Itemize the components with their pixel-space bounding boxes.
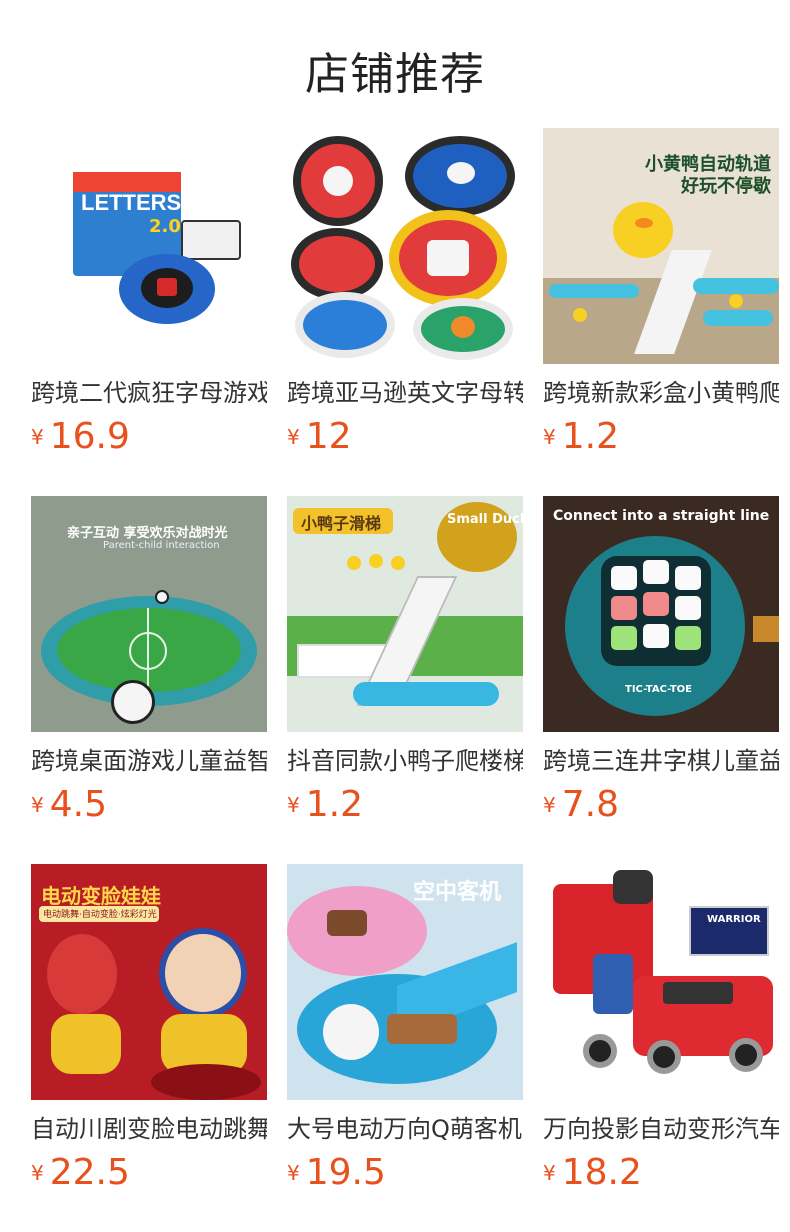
image-caption: TIC-TAC-TOE xyxy=(625,684,692,695)
product-card[interactable]: Connect into a straight line TIC-TAC-TOE… xyxy=(543,496,779,864)
image-caption: 电动变脸娃娃 xyxy=(41,884,161,908)
product-name[interactable]: 跨境亚马逊英文字母转盘 xyxy=(287,378,523,408)
currency-symbol: ¥ xyxy=(31,1161,44,1185)
currency-symbol: ¥ xyxy=(287,1161,300,1185)
currency-symbol: ¥ xyxy=(31,425,44,449)
currency-symbol: ¥ xyxy=(543,425,556,449)
product-price: ¥12 xyxy=(287,416,352,457)
price-value: 7.8 xyxy=(561,784,619,825)
price-value: 12 xyxy=(305,416,352,457)
image-caption: Small Duck xyxy=(447,512,523,527)
currency-symbol: ¥ xyxy=(287,425,300,449)
image-caption: Parent-child interaction xyxy=(103,540,220,551)
price-value: 1.2 xyxy=(305,784,363,825)
image-caption: Connect into a straight line xyxy=(553,508,770,524)
product-name[interactable]: 抖音同款小鸭子爬楼梯 xyxy=(287,746,523,776)
image-caption: 空中客机 xyxy=(413,880,502,905)
product-grid: LETTERS 2.0 跨境二代疯狂字母游戏 ¥16.9 跨境亚马逊英文字母转盘 xyxy=(31,128,779,1232)
product-price: ¥19.5 xyxy=(287,1152,386,1193)
product-image[interactable]: 小黄鸭自动轨道 好玩不停歇 xyxy=(543,128,779,364)
product-image[interactable]: 空中客机 xyxy=(287,864,523,1100)
product-image[interactable]: WARRIOR xyxy=(543,864,779,1100)
product-card[interactable]: LETTERS 2.0 跨境二代疯狂字母游戏 ¥16.9 xyxy=(31,128,267,496)
price-value: 1.2 xyxy=(561,416,619,457)
product-price: ¥4.5 xyxy=(31,784,107,825)
product-card[interactable]: 亲子互动 享受欢乐对战时光 Parent-child interaction 跨… xyxy=(31,496,267,864)
product-card[interactable]: 空中客机 大号电动万向Q萌客机 ¥19.5 xyxy=(287,864,523,1232)
product-image[interactable]: Connect into a straight line TIC-TAC-TOE xyxy=(543,496,779,732)
product-card[interactable]: 小黄鸭自动轨道 好玩不停歇 跨境新款彩盒小黄鸭爬楼梯 ¥1.2 xyxy=(543,128,779,496)
product-name[interactable]: 万向投影自动变形汽车 xyxy=(543,1114,779,1144)
currency-symbol: ¥ xyxy=(31,793,44,817)
product-name[interactable]: 跨境二代疯狂字母游戏 xyxy=(31,378,267,408)
product-name[interactable]: 大号电动万向Q萌客机 xyxy=(287,1114,523,1144)
image-caption: 好玩不停歇 xyxy=(681,176,771,197)
product-price: ¥22.5 xyxy=(31,1152,130,1193)
product-image[interactable]: 亲子互动 享受欢乐对战时光 Parent-child interaction xyxy=(31,496,267,732)
currency-symbol: ¥ xyxy=(543,793,556,817)
price-value: 22.5 xyxy=(49,1152,130,1193)
product-price: ¥16.9 xyxy=(31,416,130,457)
product-image[interactable]: 小鸭子滑梯 Small Duck xyxy=(287,496,523,732)
product-price: ¥1.2 xyxy=(287,784,363,825)
product-price: ¥7.8 xyxy=(543,784,619,825)
image-caption: WARRIOR xyxy=(707,914,761,925)
product-card[interactable]: 跨境亚马逊英文字母转盘 ¥12 xyxy=(287,128,523,496)
image-caption: LETTERS xyxy=(81,190,182,215)
image-caption: 小鸭子滑梯 xyxy=(301,514,382,533)
product-image[interactable]: 电动变脸娃娃 电动跳舞·自动变脸·炫彩灯光 xyxy=(31,864,267,1100)
product-card[interactable]: WARRIOR 万向投影自动变形汽车 ¥18.2 xyxy=(543,864,779,1232)
currency-symbol: ¥ xyxy=(543,1161,556,1185)
product-name[interactable]: 跨境新款彩盒小黄鸭爬楼梯 xyxy=(543,378,779,408)
product-name[interactable]: 自动川剧变脸电动跳舞娃娃 xyxy=(31,1114,267,1144)
product-price: ¥1.2 xyxy=(543,416,619,457)
product-card[interactable]: 小鸭子滑梯 Small Duck 抖音同款小鸭子爬楼梯 ¥1.2 xyxy=(287,496,523,864)
price-value: 19.5 xyxy=(305,1152,386,1193)
page-title: 店铺推荐 xyxy=(305,49,485,100)
image-caption: 亲子互动 享受欢乐对战时光 xyxy=(67,526,228,541)
product-price: ¥18.2 xyxy=(543,1152,642,1193)
price-value: 16.9 xyxy=(49,416,130,457)
price-value: 18.2 xyxy=(561,1152,642,1193)
image-caption: 电动跳舞·自动变脸·炫彩灯光 xyxy=(43,910,157,920)
image-caption: 2.0 xyxy=(149,216,181,237)
product-name[interactable]: 跨境三连井字棋儿童益智 xyxy=(543,746,779,776)
product-image[interactable]: LETTERS 2.0 xyxy=(31,128,267,364)
price-value: 4.5 xyxy=(49,784,107,825)
product-name[interactable]: 跨境桌面游戏儿童益智足球 xyxy=(31,746,267,776)
product-card[interactable]: 电动变脸娃娃 电动跳舞·自动变脸·炫彩灯光 自动川剧变脸电动跳舞娃娃 ¥22.5 xyxy=(31,864,267,1232)
product-image[interactable] xyxy=(287,128,523,364)
currency-symbol: ¥ xyxy=(287,793,300,817)
